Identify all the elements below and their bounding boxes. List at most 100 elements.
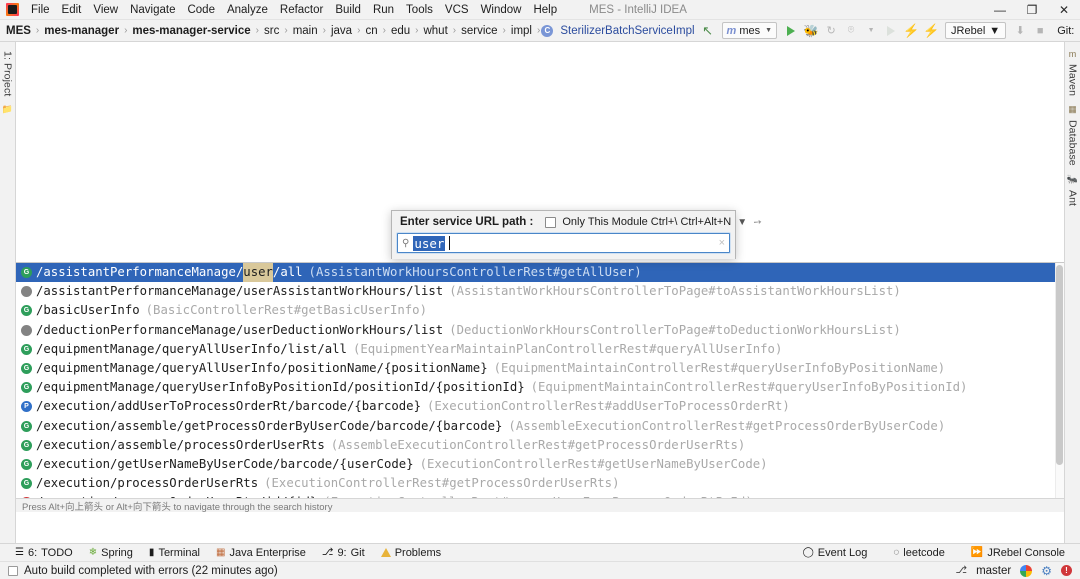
breadcrumb-src[interactable]: src › [260, 24, 289, 38]
profile-icon[interactable] [882, 22, 900, 40]
table-row[interactable]: G /execution/assemble/processOrderUserRt… [16, 436, 1064, 455]
results-scrollbar-thumb[interactable] [1056, 265, 1063, 465]
table-row[interactable]: G /equipmentManage/queryAllUserInfo/posi… [16, 359, 1064, 378]
menu-edit[interactable]: Edit [56, 2, 88, 18]
menu-run[interactable]: Run [367, 2, 400, 18]
only-this-module-checkbox[interactable] [545, 216, 557, 228]
clear-icon[interactable]: × [719, 237, 725, 249]
bottom-tool-window-bar: ☰ 6: TODO ❄ Spring ▮ Terminal ▦ Java Ent… [0, 543, 1080, 561]
main-toolbar: ↖ m mes ▼ 🐝 ↻ ⌾ ▼ ⚡ ⚡ JRebel ▼ ⬇ ■ Git: … [699, 22, 1080, 40]
menu-build[interactable]: Build [329, 2, 367, 18]
filter-icon[interactable]: ▼ [737, 217, 747, 228]
result-handler: (EquipmentYearMaintainPlanControllerRest… [352, 341, 783, 356]
pin-icon[interactable]: ➚ [751, 215, 764, 229]
coverage-chevron-down-icon[interactable]: ▼ [862, 22, 880, 40]
toolwindow-problems[interactable]: Problems [374, 546, 448, 560]
breadcrumb-mes-manager[interactable]: mes-manager › [40, 24, 128, 38]
toolwindow-java-enterprise[interactable]: ▦ Java Enterprise [209, 546, 313, 560]
plugin-icon[interactable]: ⚙ [1041, 564, 1052, 578]
breadcrumb-main[interactable]: main › [289, 24, 327, 38]
table-row[interactable]: G /execution/processOrderUserRts (Execut… [16, 474, 1064, 493]
sidebar-item-database[interactable]: Database [1066, 115, 1080, 171]
rerun-icon[interactable]: ↻ [822, 22, 840, 40]
menu-view[interactable]: View [87, 2, 124, 18]
git-branch-icon: ⎇ [321, 547, 334, 558]
toolwindow-spring[interactable]: ❄ Spring [82, 546, 140, 560]
breadcrumb-class-sterilizerbatchserviceimpl[interactable]: C SterilizerBatchServiceImpl [541, 24, 698, 38]
breadcrumb-mes[interactable]: MES › [2, 24, 40, 38]
result-path: /equipmentManage/queryAllUserInfo/list/a… [36, 341, 347, 356]
maximize-button[interactable]: ❐ [1016, 0, 1048, 20]
toolwindow-git[interactable]: ⎇ 9: Git [315, 546, 372, 560]
breadcrumb-whut[interactable]: whut › [419, 24, 457, 38]
result-handler: (AssistantWorkHoursControllerRest#getAll… [308, 265, 642, 279]
intellij-logo-icon [6, 3, 19, 16]
toolwindow-event-log[interactable]: ◯ Event Log [796, 546, 875, 560]
search-results-list[interactable]: G /assistantPerformanceManage/user/all (… [16, 262, 1064, 512]
results-scrollbar[interactable] [1055, 263, 1064, 512]
sidebar-item-ant[interactable]: Ant [1066, 185, 1080, 211]
jrebel-selector[interactable]: JRebel ▼ [945, 22, 1007, 39]
http-get-icon: G [21, 420, 32, 432]
result-handler: (ExecutionControllerRest#getProcessOrder… [264, 476, 620, 491]
menu-refactor[interactable]: Refactor [274, 2, 329, 18]
toolwindow-todo[interactable]: ☰ 6: TODO [8, 546, 80, 560]
search-input-wrapper[interactable]: ⚲ user × [397, 233, 730, 253]
breadcrumb-java[interactable]: java › [327, 24, 361, 38]
run-icon[interactable] [782, 22, 800, 40]
table-row[interactable]: G /equipmentManage/queryAllUserInfo/list… [16, 340, 1064, 359]
search-input[interactable]: user [413, 235, 446, 251]
run-with-coverage-icon[interactable]: ⌾ [842, 22, 860, 40]
jrebel-debug-icon[interactable]: ⚡ [922, 22, 940, 40]
breadcrumb-cn[interactable]: cn › [361, 24, 387, 38]
table-row[interactable]: /deductionPerformanceManage/userDeductio… [16, 321, 1064, 340]
java-enterprise-icon: ▦ [216, 547, 226, 558]
jrebel-run-icon[interactable]: ⚡ [902, 22, 920, 40]
google-icon[interactable] [1020, 564, 1033, 577]
chevron-down-icon: ▼ [989, 24, 1001, 37]
table-row[interactable]: /assistantPerformanceManage/userAssistan… [16, 282, 1064, 301]
result-handler: (BasicControllerRest#getBasicUserInfo) [145, 303, 427, 318]
menu-vcs[interactable]: VCS [439, 2, 475, 18]
branch-name[interactable]: master [976, 565, 1011, 577]
result-path: /basicUserInfo [36, 303, 140, 318]
build-icon[interactable]: ↖ [699, 22, 717, 40]
toolwindow-terminal[interactable]: ▮ Terminal [142, 546, 207, 560]
breadcrumb-edu[interactable]: edu › [387, 24, 420, 38]
menu-file[interactable]: File [25, 2, 56, 18]
warning-icon [380, 548, 391, 557]
table-row[interactable]: G /execution/getUserNameByUserCode/barco… [16, 455, 1064, 474]
result-path: /equipmentManage/queryAllUserInfo/positi… [36, 360, 488, 375]
table-row[interactable]: G /execution/assemble/getProcessOrderByU… [16, 417, 1064, 436]
error-badge[interactable]: ! [1061, 565, 1072, 576]
table-row[interactable]: G /basicUserInfo (BasicControllerRest#ge… [16, 301, 1064, 320]
table-row[interactable]: P /execution/addUserToProcessOrderRt/bar… [16, 397, 1064, 416]
http-post-icon: P [21, 401, 32, 413]
stop-icon[interactable]: ■ [1031, 22, 1049, 40]
table-row[interactable]: G /assistantPerformanceManage/user/all (… [16, 263, 1064, 283]
close-button[interactable]: ✕ [1048, 0, 1080, 20]
breadcrumb-mes-manager-service[interactable]: mes-manager-service › [128, 24, 260, 38]
build-box-icon [8, 565, 18, 576]
menu-help[interactable]: Help [527, 2, 563, 18]
breadcrumb-service[interactable]: service › [457, 24, 507, 38]
breadcrumb-impl[interactable]: impl › [507, 24, 541, 38]
result-path-suffix: /all [272, 265, 303, 279]
run-configuration-selector[interactable]: m mes ▼ [721, 22, 778, 39]
minimize-button[interactable]: — [984, 0, 1016, 20]
editor-pane[interactable]: Enter service URL path : Only This Modul… [16, 42, 1064, 543]
sidebar-item-project[interactable]: 1: Project [1, 46, 15, 101]
toolwindow-jrebel-console[interactable]: ⏩ JRebel Console [964, 546, 1072, 560]
toolwindow-leetcode[interactable]: ◌ leetcode [886, 546, 952, 560]
menu-analyze[interactable]: Analyze [221, 2, 274, 18]
toolwindow-event-log-label: Event Log [817, 546, 868, 559]
toolwindow-git-label: Git [350, 546, 365, 559]
menu-code[interactable]: Code [181, 2, 221, 18]
menu-tools[interactable]: Tools [400, 2, 439, 18]
attach-debugger-icon[interactable]: ⬇ [1011, 22, 1029, 40]
menu-navigate[interactable]: Navigate [124, 2, 181, 18]
table-row[interactable]: G /equipmentManage/queryUserInfoByPositi… [16, 378, 1064, 397]
sidebar-item-maven[interactable]: Maven [1066, 59, 1080, 101]
menu-window[interactable]: Window [475, 2, 528, 18]
debug-icon[interactable]: 🐝 [802, 22, 820, 40]
